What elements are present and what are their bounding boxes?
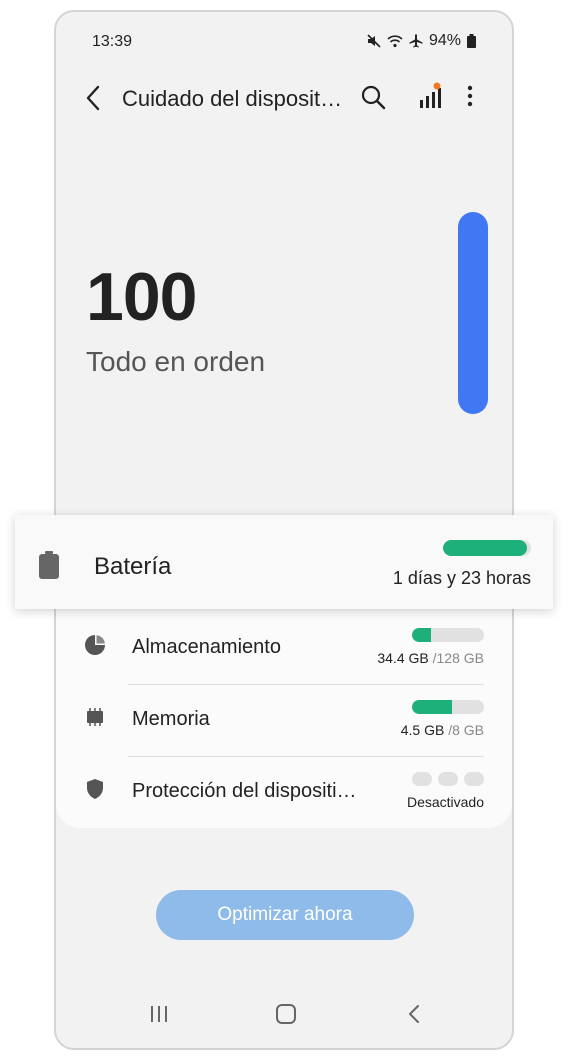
battery-label: Batería [94,553,172,580]
more-vert-icon[interactable] [464,82,476,110]
memory-bar [412,700,484,714]
storage-label: Almacenamiento [132,636,281,658]
search-icon[interactable] [360,84,386,110]
protection-status: Desactivado [406,794,484,810]
care-score: 100 [86,259,197,335]
battery-status-icon [467,34,476,48]
app-toolbar: Cuidado del disposit… [56,68,512,128]
page-title: Cuidado del disposit… [122,86,343,111]
status-bar: 13:39 94% [56,12,512,68]
memory-value: 4.5 GB /8 GB [401,722,484,738]
battery-percent: 94% [428,32,461,49]
system-nav-bar [56,1002,512,1048]
back-icon[interactable] [82,84,106,112]
list-item-protection[interactable]: Protección del dispositi… Desactivado [56,756,512,828]
storage-value: 34.4 GB /128 GB [377,650,484,666]
list-item-storage[interactable]: Almacenamiento 34.4 GB /128 GB [56,612,512,684]
memory-bar-fill [412,700,453,714]
memory-used: 4.5 GB [400,722,445,738]
storage-bar-fill [412,628,432,642]
memory-total: /8 GB [448,722,484,738]
storage-bar [412,628,484,642]
battery-icon [39,551,59,579]
pie-chart-icon [85,635,105,655]
battery-remaining: 1 días y 23 horas [392,568,531,588]
storage-used: 34.4 GB [377,650,429,666]
battery-card[interactable]: Batería 1 días y 23 horas [15,515,553,609]
recent-apps-icon[interactable] [148,1002,170,1026]
status-list-card: Almacenamiento 34.4 GB /128 GB Memoria 4… [56,572,512,828]
battery-bar-fill [443,540,527,556]
mute-icon [367,34,381,48]
storage-total: /128 GB [432,650,484,666]
protection-indicator [412,772,484,786]
protection-label: Protección del dispositi… [132,780,357,802]
battery-bar [443,540,531,556]
score-level-bar [458,212,488,414]
status-icons: 94% [367,32,476,50]
shield-icon [87,779,103,799]
airplane-icon [409,34,423,48]
signal-bars-icon[interactable] [418,82,442,110]
list-item-memory[interactable]: Memoria 4.5 GB /8 GB [56,684,512,756]
wifi-icon [387,35,403,48]
status-time: 13:39 [92,33,133,50]
optimize-now-button[interactable]: Optimizar ahora [156,890,414,940]
nav-back-icon[interactable] [404,1002,426,1026]
score-status: Todo en orden [86,346,266,377]
memory-label: Memoria [132,708,210,730]
home-icon[interactable] [275,1002,297,1026]
memory-chip-icon [87,708,103,726]
